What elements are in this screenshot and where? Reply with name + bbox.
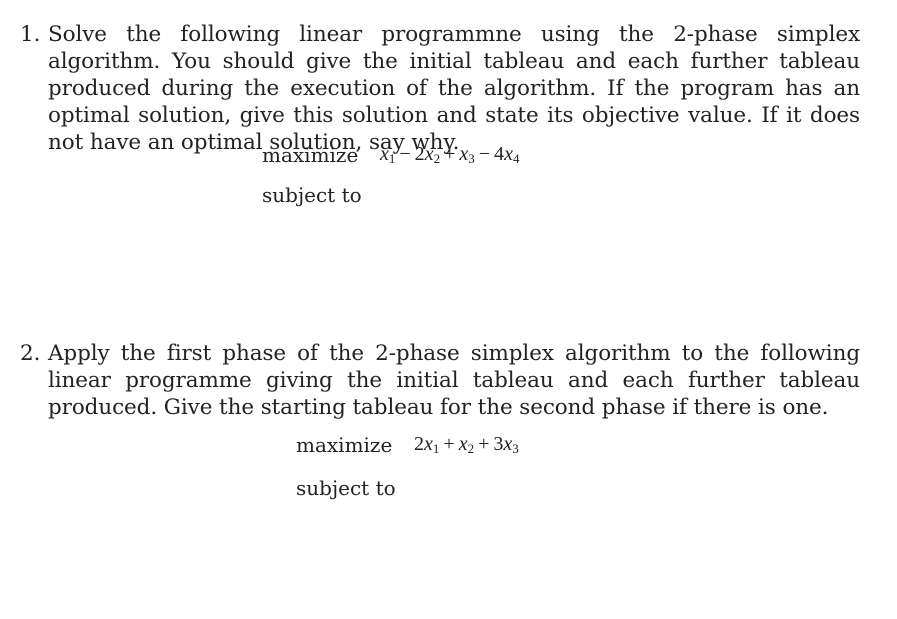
variable-x1: x1 xyxy=(424,433,440,456)
problem-statement: Apply the first phase of the 2-phase sim… xyxy=(48,341,860,420)
problem-2: 2. Apply the first phase of the 2-phase … xyxy=(20,340,860,421)
problem-number: 2. xyxy=(20,341,41,366)
subject-to-label: subject to xyxy=(262,183,362,207)
maximize-label: maximize xyxy=(296,433,393,457)
variable-x3: x3 xyxy=(459,143,475,166)
subject-to-label: subject to xyxy=(296,476,396,500)
problem-number: 1. xyxy=(20,22,41,47)
variable-x4: x4 xyxy=(504,143,520,166)
problem-1: 1. Solve the following linear programmne… xyxy=(20,21,860,156)
objective-function: 2x1 + x2 + 3x3 xyxy=(414,433,519,456)
variable-x3: x3 xyxy=(503,433,519,456)
objective-function: x1 − 2x2 + x3 − 4x4 xyxy=(380,143,520,166)
problem-statement: Solve the following linear programmne us… xyxy=(48,22,860,155)
variable-x2: x2 xyxy=(424,143,441,166)
maximize-label: maximize xyxy=(262,143,359,167)
variable-x2: x2 xyxy=(458,433,475,456)
variable-x1: x1 xyxy=(380,143,396,166)
